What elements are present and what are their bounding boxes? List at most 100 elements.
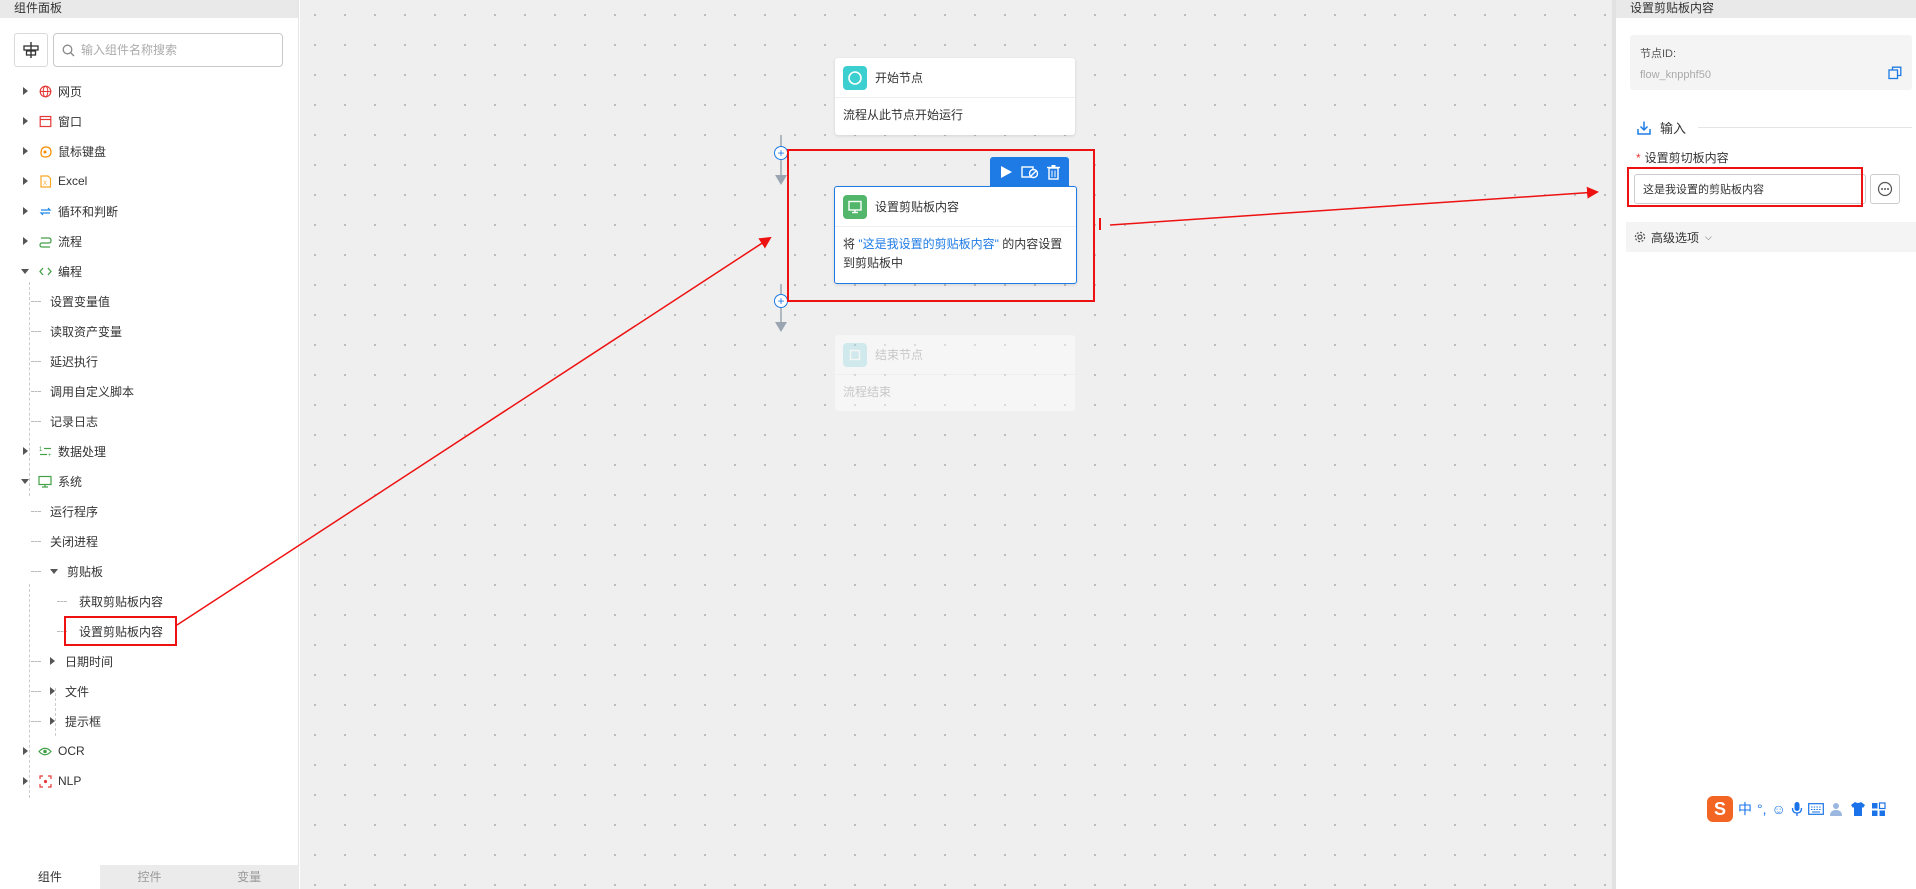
tree-item-log[interactable]: 记录日志 — [0, 406, 290, 436]
emoji-icon[interactable]: ☺ — [1772, 801, 1786, 817]
advanced-options-toggle[interactable]: 高级选项 ⌵ — [1626, 222, 1916, 252]
start-node-title: 开始节点 — [875, 71, 924, 85]
tree-item-label: 文件 — [65, 684, 90, 699]
tree-item-get-clipboard[interactable]: 获取剪贴板内容 — [0, 586, 290, 616]
component-panel: 组件面板 网页 — [0, 0, 300, 889]
caret-right-icon — [23, 147, 28, 155]
clipboard-content-input[interactable]: 这是我设置的剪贴板内容 — [1634, 174, 1866, 204]
ime-chinese-mode[interactable]: 中 — [1738, 799, 1752, 819]
flow-canvas[interactable]: 开始节点 流程从此节点开始运行 + 设置剪贴板内容 将 "这是我设置的剪贴板内容… — [300, 0, 1612, 889]
search-input[interactable] — [81, 43, 271, 57]
loop-icon — [38, 204, 52, 218]
tree-item-nlp[interactable]: NLP — [0, 766, 290, 796]
node-toolbar — [990, 157, 1069, 187]
property-panel: 设置剪贴板内容 节点ID: flow_knpphf50 输入 * 设置剪切板内容 … — [1612, 0, 1916, 889]
tree-item-flow[interactable]: 流程 — [0, 226, 290, 256]
skin-shirt-icon[interactable] — [1850, 801, 1866, 817]
ime-punctuation-mode[interactable]: °, — [1757, 801, 1767, 817]
tree-item-label: 系统 — [58, 474, 83, 489]
caret-down-icon — [50, 568, 58, 574]
toolbox-grid-icon[interactable] — [1871, 801, 1886, 817]
tree-item-label: 读取资产变量 — [50, 324, 123, 339]
tab-variables[interactable]: 变量 — [199, 865, 300, 889]
svg-text:+: + — [48, 453, 52, 458]
tree-item-read-asset-variable[interactable]: 读取资产变量 — [0, 316, 290, 346]
tree-item-prompt[interactable]: 提示框 — [0, 706, 290, 736]
input-section-header: 输入 — [1636, 118, 1912, 137]
caret-right-icon — [23, 777, 28, 785]
search-box[interactable] — [53, 33, 283, 67]
add-node-plus-icon[interactable]: + — [774, 294, 788, 308]
nlp-icon — [38, 774, 52, 788]
tree-item-label: 编程 — [58, 264, 83, 279]
window-icon — [38, 114, 52, 128]
tab-components[interactable]: 组件 — [0, 865, 100, 889]
ime-toolbar: S 中 °, ☺ — [1707, 796, 1886, 822]
tree-item-datetime[interactable]: 日期时间 — [0, 646, 290, 676]
tree-item-file[interactable]: 文件 — [0, 676, 290, 706]
tree-item-kill-process[interactable]: 关闭进程 — [0, 526, 290, 556]
tree-item-set-clipboard[interactable]: 设置剪贴板内容 — [0, 616, 290, 646]
tree-item-label: 关闭进程 — [50, 534, 99, 549]
tree-item-label: 调用自定义脚本 — [50, 384, 135, 399]
tree-item-label: 数据处理 — [58, 444, 107, 459]
caret-right-icon — [50, 687, 55, 695]
delete-trash-icon[interactable] — [1046, 164, 1061, 180]
add-node-plus-icon[interactable]: + — [774, 146, 788, 160]
caret-right-icon — [23, 117, 28, 125]
clip-desc-prefix: 将 — [843, 237, 859, 251]
caret-right-icon — [50, 657, 55, 665]
caret-right-icon — [23, 177, 28, 185]
caret-right-icon — [23, 747, 28, 755]
start-circle-icon — [843, 65, 867, 90]
clipboard-field-label-text: 设置剪切板内容 — [1644, 151, 1729, 165]
tree-item-delay[interactable]: 延迟执行 — [0, 346, 290, 376]
tree-item-clipboard[interactable]: 剪贴板 — [0, 556, 290, 586]
tree-item-set-variable[interactable]: 设置变量值 — [0, 286, 290, 316]
start-node[interactable]: 开始节点 流程从此节点开始运行 — [835, 58, 1075, 135]
caret-right-icon — [23, 207, 28, 215]
microphone-icon[interactable] — [1791, 801, 1803, 817]
caret-right-icon — [23, 237, 28, 245]
connector-clip-to-end — [775, 284, 787, 332]
node-id-label: 节点ID: — [1640, 48, 1677, 60]
keyboard-icon[interactable] — [1807, 803, 1824, 815]
user-icon[interactable] — [1829, 801, 1845, 817]
gear-icon — [1634, 231, 1646, 243]
sogou-logo-icon[interactable]: S — [1707, 796, 1733, 822]
tab-controls[interactable]: 控件 — [99, 865, 200, 889]
align-toggle-button[interactable] — [14, 33, 48, 67]
panel-title: 组件面板 — [0, 0, 298, 18]
caret-down-icon — [21, 268, 29, 274]
tree-item-label: 循环和判断 — [58, 204, 119, 219]
tree-item-system[interactable]: 系统 — [0, 466, 290, 496]
tree-item-label: 日期时间 — [65, 654, 114, 669]
clip-node-desc: 将 "这是我设置的剪贴板内容" 的内容设置到剪贴板中 — [835, 227, 1076, 281]
tree-item-custom-script[interactable]: 调用自定义脚本 — [0, 376, 290, 406]
tree-item-run-program[interactable]: 运行程序 — [0, 496, 290, 526]
tree-item-label: NLP — [58, 774, 82, 788]
end-node[interactable]: 结束节点 流程结束 — [835, 335, 1075, 411]
tree-item-loop[interactable]: 循环和判断 — [0, 196, 290, 226]
run-play-icon[interactable] — [998, 164, 1014, 180]
tree-item-mouse-keyboard[interactable]: 鼠标键盘 — [0, 136, 290, 166]
set-clipboard-node[interactable]: 设置剪贴板内容 将 "这是我设置的剪贴板内容" 的内容设置到剪贴板中 — [834, 186, 1077, 284]
caret-right-icon — [23, 87, 28, 95]
tree-item-label: 记录日志 — [50, 414, 99, 429]
tree-item-web[interactable]: 网页 — [0, 76, 290, 106]
stop-square-icon — [843, 342, 867, 367]
tree-item-label: 设置变量值 — [50, 294, 111, 309]
tree-item-programming[interactable]: 编程 — [0, 256, 290, 286]
tree-item-label: Excel — [58, 174, 88, 188]
tree-item-window[interactable]: 窗口 — [0, 106, 290, 136]
disable-node-icon[interactable] — [1021, 164, 1039, 180]
tree-item-label: 鼠标键盘 — [58, 144, 107, 159]
required-mark: * — [1636, 151, 1641, 165]
tree-item-ocr[interactable]: OCR — [0, 736, 290, 766]
globe-icon — [38, 84, 52, 98]
copy-icon[interactable] — [1888, 66, 1902, 80]
tree-item-excel[interactable]: X Excel — [0, 166, 290, 196]
input-section-label: 输入 — [1660, 121, 1687, 136]
expression-menu-button[interactable] — [1870, 174, 1900, 204]
tree-item-data-processing[interactable]: 1 + 数据处理 — [0, 436, 290, 466]
